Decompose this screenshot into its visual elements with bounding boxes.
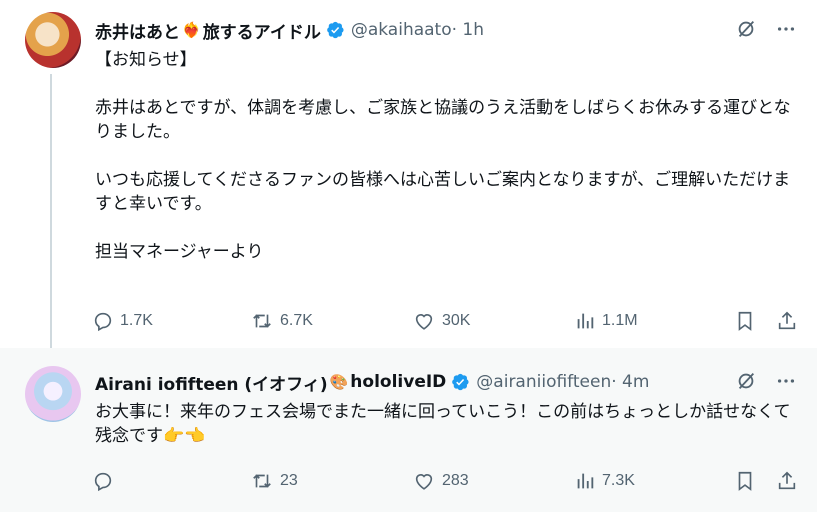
fire-heart-emoji: ❤️‍🔥 (182, 21, 201, 39)
reply-icon (94, 312, 112, 332)
like-icon (415, 314, 433, 330)
share-icon (778, 471, 796, 490)
reply-count: 1.7K (120, 312, 153, 329)
tweet-text: お大事に！来年のフェス会場でまた一緒に回っていこう！この前はちょっとしか話せなく… (95, 402, 791, 446)
verified-icon (452, 373, 469, 391)
palette-emoji: 🎨 (329, 373, 349, 391)
retweet-button[interactable]: 6.7K (250, 310, 313, 332)
retweet-icon (253, 314, 271, 328)
tweet-actions: 23 283 7.3K (92, 470, 804, 494)
bookmark-icon (738, 471, 752, 491)
like-icon (415, 474, 433, 490)
handle[interactable]: @akaihaato (351, 20, 452, 40)
verified-icon (327, 21, 344, 39)
thread-line (50, 74, 52, 350)
header-actions (735, 370, 797, 392)
more-icon[interactable] (775, 370, 797, 392)
bookmark-button[interactable] (734, 470, 756, 492)
reply-button[interactable] (92, 470, 120, 492)
share-button[interactable] (776, 310, 798, 332)
like-button[interactable]: 283 (412, 470, 469, 492)
header-actions (735, 18, 797, 40)
views-count: 1.1M (602, 312, 638, 329)
retweet-count: 23 (280, 472, 298, 489)
reply-button[interactable]: 1.7K (92, 310, 153, 332)
tweet-header: 赤井はあと ❤️‍🔥 旅するアイドル @akaihaato · 1h (95, 18, 484, 43)
timestamp[interactable]: · 4m (611, 372, 649, 392)
reply-icon (94, 472, 112, 492)
views-icon (577, 473, 594, 489)
share-button[interactable] (776, 470, 798, 492)
avatar[interactable] (25, 366, 81, 422)
like-count: 283 (442, 472, 469, 489)
views-button[interactable]: 7.3K (574, 470, 635, 492)
display-name-suffix[interactable]: 旅するアイドル (203, 18, 321, 43)
retweet-count: 6.7K (280, 312, 313, 329)
avatar[interactable] (25, 12, 81, 68)
tweet-actions: 1.7K 6.7K 30K 1.1M (92, 310, 804, 334)
views-icon (577, 313, 594, 329)
grok-icon[interactable] (735, 370, 757, 392)
like-button[interactable]: 30K (412, 310, 470, 332)
views-count: 7.3K (602, 472, 635, 489)
more-icon[interactable] (775, 18, 797, 40)
display-name-suffix[interactable]: hololiveID (350, 372, 446, 392)
grok-icon[interactable] (735, 18, 757, 40)
handle[interactable]: @airaniiofifteen (476, 372, 611, 392)
retweet-icon (253, 474, 271, 488)
views-button[interactable]: 1.1M (574, 310, 638, 332)
tweet-text: 【お知らせ】 赤井はあとですが、体調を考慮し、ご家族と協議のうえ活動をしばらくお… (95, 50, 791, 262)
retweet-button[interactable]: 23 (250, 470, 298, 492)
display-name[interactable]: Airani iofifteen (イオフィ) (95, 370, 328, 395)
bookmark-icon (738, 311, 752, 331)
bookmark-button[interactable] (734, 310, 756, 332)
like-count: 30K (442, 312, 471, 329)
tweet-header: Airani iofifteen (イオフィ) 🎨 hololiveID @ai… (95, 370, 649, 395)
timestamp[interactable]: · 1h (452, 20, 484, 40)
share-icon (778, 311, 796, 330)
tweet-main[interactable]: 赤井はあと ❤️‍🔥 旅するアイドル @akaihaato · 1h 【お知らせ… (0, 0, 817, 350)
display-name[interactable]: 赤井はあと (95, 18, 180, 43)
